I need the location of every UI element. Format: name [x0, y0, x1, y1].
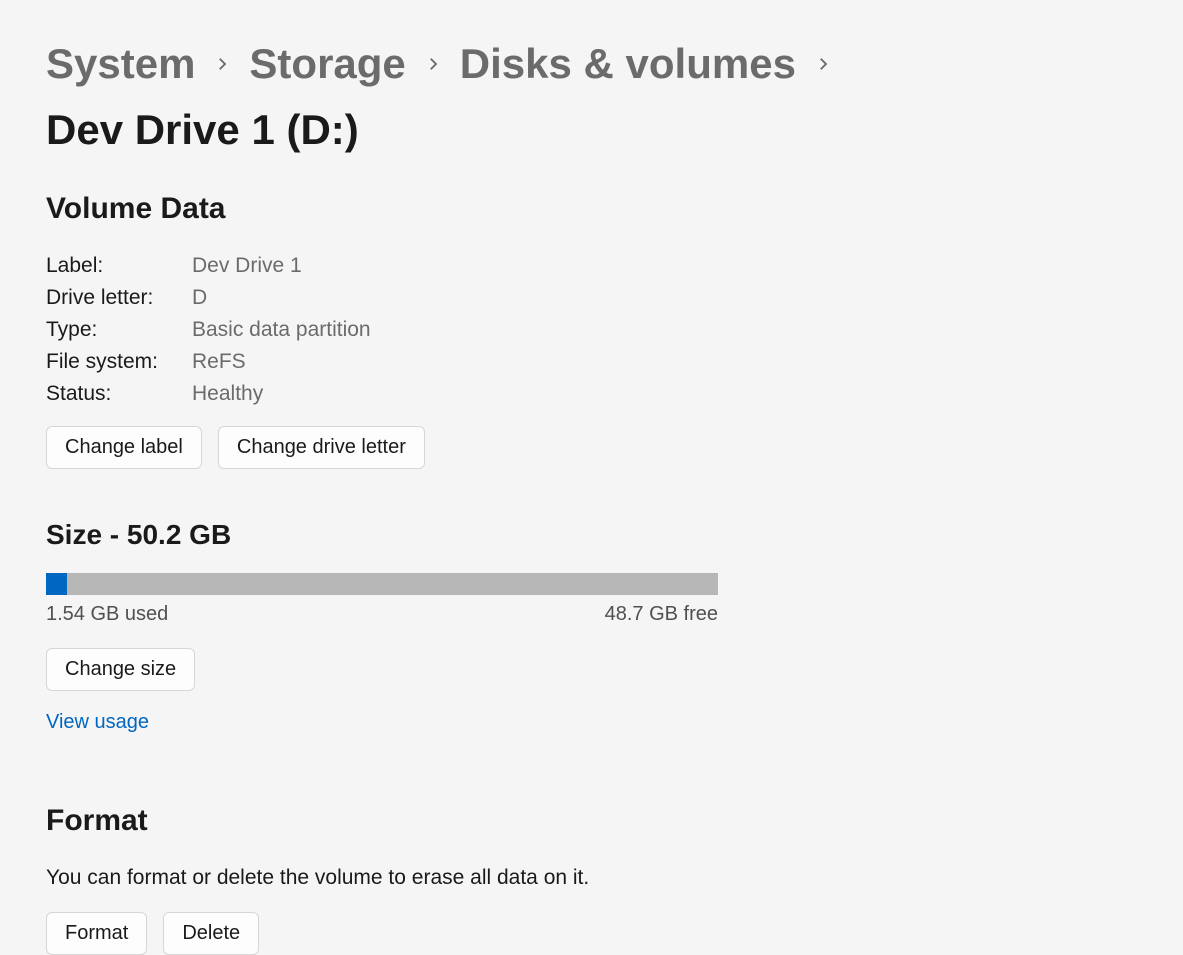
chevron-right-icon: [814, 55, 832, 73]
used-label: 1.54 GB used: [46, 603, 168, 626]
breadcrumb-system[interactable]: System: [46, 40, 195, 88]
breadcrumb: System Storage Disks & volumes Dev Drive…: [46, 40, 1137, 154]
drive-letter-value: D: [192, 286, 1137, 310]
chevron-right-icon: [424, 55, 442, 73]
volume-data-section: Volume Data Label: Dev Drive 1 Drive let…: [46, 192, 1137, 469]
size-buttons: Change size: [46, 648, 1137, 691]
size-section: Size - 50.2 GB 1.54 GB used 48.7 GB free…: [46, 519, 1137, 734]
file-system-value: ReFS: [192, 350, 1137, 374]
format-section: Format You can format or delete the volu…: [46, 804, 1137, 955]
breadcrumb-current: Dev Drive 1 (D:): [46, 106, 359, 154]
format-buttons: Format Delete: [46, 912, 1137, 955]
usage-bar-fill: [46, 573, 67, 595]
usage-labels: 1.54 GB used 48.7 GB free: [46, 603, 718, 626]
volume-data-buttons: Change label Change drive letter: [46, 426, 1137, 469]
format-description: You can format or delete the volume to e…: [46, 866, 1137, 890]
size-heading: Size - 50.2 GB: [46, 519, 1137, 551]
free-label: 48.7 GB free: [605, 603, 718, 626]
change-drive-letter-button[interactable]: Change drive letter: [218, 426, 425, 469]
status-key: Status:: [46, 382, 192, 406]
chevron-right-icon: [213, 55, 231, 73]
type-key: Type:: [46, 318, 192, 342]
type-value: Basic data partition: [192, 318, 1137, 342]
status-value: Healthy: [192, 382, 1137, 406]
usage-bar: [46, 573, 718, 595]
format-button[interactable]: Format: [46, 912, 147, 955]
label-key: Label:: [46, 254, 192, 278]
delete-button[interactable]: Delete: [163, 912, 259, 955]
format-heading: Format: [46, 804, 1137, 838]
breadcrumb-disks-volumes[interactable]: Disks & volumes: [460, 40, 796, 88]
file-system-key: File system:: [46, 350, 192, 374]
change-size-button[interactable]: Change size: [46, 648, 195, 691]
label-value: Dev Drive 1: [192, 254, 1137, 278]
breadcrumb-storage[interactable]: Storage: [249, 40, 405, 88]
view-usage-link[interactable]: View usage: [46, 711, 149, 734]
volume-data-heading: Volume Data: [46, 192, 1137, 226]
volume-data-grid: Label: Dev Drive 1 Drive letter: D Type:…: [46, 254, 1137, 406]
drive-letter-key: Drive letter:: [46, 286, 192, 310]
change-label-button[interactable]: Change label: [46, 426, 202, 469]
